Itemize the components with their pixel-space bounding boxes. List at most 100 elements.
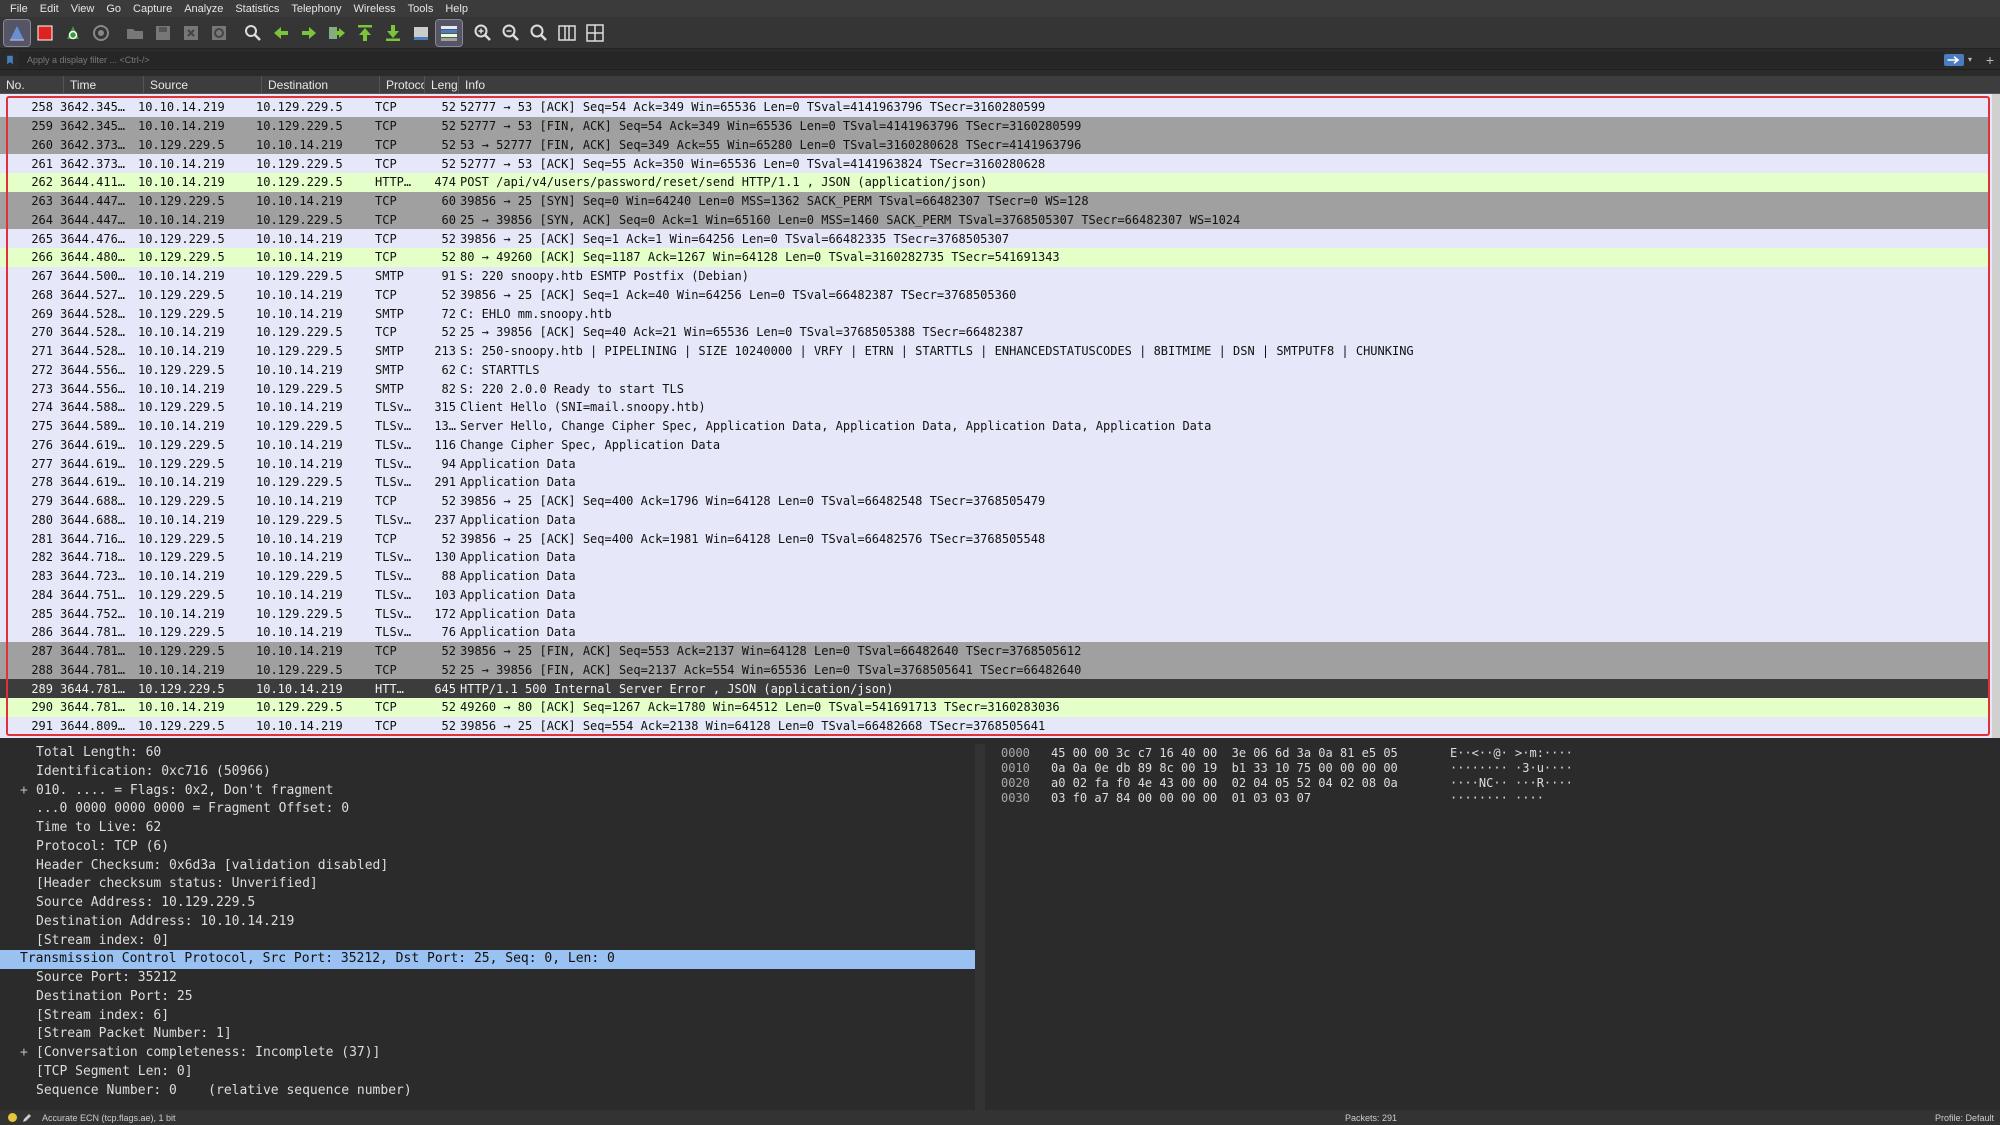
- zoom-in-icon[interactable]: [470, 20, 496, 46]
- save-file-icon[interactable]: [150, 20, 176, 46]
- details-protocol-header[interactable]: − Transmission Control Protocol, Src Port…: [0, 950, 975, 969]
- go-forward-icon[interactable]: [296, 20, 322, 46]
- packet-row[interactable]: 268 3644.527… 10.129.229.5 10.10.14.219 TCP 5…: [0, 285, 1990, 305]
- menu-help[interactable]: Help: [439, 3, 474, 15]
- stop-capture-icon[interactable]: [32, 20, 58, 46]
- column-header-protocol[interactable]: Protoco: [380, 75, 425, 94]
- capture-options-icon[interactable]: [88, 20, 114, 46]
- details-field[interactable]: +010. .... = Flags: 0x2, Don't fragment: [0, 782, 975, 801]
- go-back-icon[interactable]: [268, 20, 294, 46]
- menu-go[interactable]: Go: [100, 3, 127, 15]
- add-filter-button-plus-icon[interactable]: +: [1980, 52, 2000, 68]
- packet-row[interactable]: 277 3644.619… 10.129.229.5 10.10.14.219 TLSv…: [0, 454, 1990, 473]
- packet-row[interactable]: 259 3642.345… 10.10.14.219 10.129.229.5 TCP 5…: [0, 116, 1990, 136]
- packet-row[interactable]: 290 3644.781… 10.10.14.219 10.129.229.5 TCP 5…: [0, 698, 1990, 717]
- column-header-length[interactable]: Leng: [425, 75, 459, 94]
- reload-file-icon[interactable]: [206, 20, 232, 46]
- packet-row[interactable]: 282 3644.718… 10.129.229.5 10.10.14.219 TLSv…: [0, 548, 1990, 567]
- packet-row[interactable]: 283 3644.723… 10.10.14.219 10.129.229.5 TLSv…: [0, 566, 1990, 586]
- packet-row[interactable]: 281 3644.716… 10.129.229.5 10.10.14.219 TCP 5…: [0, 529, 1990, 548]
- packet-row[interactable]: 262 3644.411… 10.10.14.219 10.129.229.5 HTTP…: [0, 173, 1990, 192]
- packet-row[interactable]: 287 3644.781… 10.129.229.5 10.10.14.219 TCP 5…: [0, 641, 1990, 661]
- packet-row[interactable]: 258 3642.345… 10.10.14.219 10.129.229.5 TCP 5…: [0, 98, 1990, 117]
- packet-row[interactable]: 291 3644.809… 10.129.229.5 10.10.14.219 TCP 5…: [0, 716, 1990, 736]
- packet-row[interactable]: 271 3644.528… 10.10.14.219 10.129.229.5 SMTP…: [0, 341, 1990, 361]
- column-header-info[interactable]: Info: [459, 76, 2000, 94]
- menu-capture[interactable]: Capture: [127, 3, 178, 15]
- normal-size-icon[interactable]: [526, 20, 552, 46]
- packet-row[interactable]: 260 3642.373… 10.129.229.5 10.10.14.219 TCP 5…: [0, 135, 1990, 155]
- details-field[interactable]: Header Checksum: 0x6d3a [validation disa…: [0, 857, 975, 876]
- details-field[interactable]: [TCP Segment Len: 0]: [0, 1063, 975, 1082]
- menu-edit[interactable]: Edit: [34, 3, 65, 15]
- go-to-packet-icon[interactable]: [324, 20, 350, 46]
- packet-row[interactable]: 280 3644.688… 10.10.14.219 10.129.229.5 TLSv…: [0, 510, 1990, 530]
- details-field[interactable]: [Stream index: 6]: [0, 1007, 975, 1026]
- resize-columns-icon[interactable]: [554, 20, 580, 46]
- details-field[interactable]: [Header checksum status: Unverified]: [0, 875, 975, 894]
- packet-row[interactable]: 263 3644.447… 10.129.229.5 10.10.14.219 TCP 6…: [0, 191, 1990, 211]
- filter-history-chevron-down-icon[interactable]: ▾: [1968, 55, 1980, 64]
- status-profile[interactable]: Profile: Default: [1935, 1113, 1994, 1123]
- packet-row[interactable]: 273 3644.556… 10.10.14.219 10.129.229.5 SMTP…: [0, 379, 1990, 398]
- details-field[interactable]: Source Port: 35212: [0, 969, 975, 988]
- details-field[interactable]: Sequence Number: 0 (relative sequence nu…: [0, 1082, 975, 1101]
- colorize-icon[interactable]: [435, 18, 463, 47]
- packet-row[interactable]: 286 3644.781… 10.129.229.5 10.10.14.219 TLSv…: [0, 623, 1990, 642]
- packet-row[interactable]: 264 3644.447… 10.10.14.219 10.129.229.5 TCP 6…: [0, 210, 1990, 230]
- expand-plus-icon[interactable]: +: [20, 782, 28, 801]
- menu-statistics[interactable]: Statistics: [229, 3, 285, 15]
- close-file-icon[interactable]: [178, 20, 204, 46]
- packet-row[interactable]: 279 3644.688… 10.129.229.5 10.10.14.219 TCP 5…: [0, 491, 1990, 511]
- details-scrollbar[interactable]: [975, 744, 985, 1110]
- display-filter-input[interactable]: [19, 51, 1944, 68]
- hex-row[interactable]: 0010 0a 0a 0e db 89 8c 00 19 b1 33 10 75 …: [997, 761, 2000, 776]
- details-field[interactable]: Source Address: 10.129.229.5: [0, 894, 975, 913]
- details-field[interactable]: ...0 0000 0000 0000 = Fragment Offset: 0: [0, 800, 975, 819]
- menu-wireless[interactable]: Wireless: [348, 3, 402, 15]
- apply-filter-arrow-icon[interactable]: [1944, 53, 1964, 66]
- restart-capture-icon[interactable]: [60, 20, 86, 46]
- column-header-time[interactable]: Time: [64, 75, 144, 94]
- packet-row[interactable]: 266 3644.480… 10.129.229.5 10.10.14.219 TCP 5…: [0, 248, 1990, 267]
- layout-icon[interactable]: [582, 20, 608, 46]
- packet-row[interactable]: 275 3644.589… 10.10.14.219 10.129.229.5 TLSv…: [0, 416, 1990, 436]
- details-field[interactable]: [Stream index: 0]: [0, 932, 975, 951]
- packet-row[interactable]: 272 3644.556… 10.129.229.5 10.10.14.219 SMTP…: [0, 360, 1990, 380]
- details-field[interactable]: + [Conversation completeness: Incomplete …: [0, 1044, 975, 1063]
- auto-scroll-icon[interactable]: [408, 20, 434, 46]
- column-header-destination[interactable]: Destination: [262, 75, 380, 94]
- find-packet-icon[interactable]: [240, 20, 266, 46]
- menu-analyze[interactable]: Analyze: [178, 3, 229, 15]
- details-field[interactable]: Time to Live: 62: [0, 819, 975, 838]
- capture-comment-pencil-icon[interactable]: [22, 1113, 32, 1123]
- packet-list-scrollbar[interactable]: [1992, 94, 2000, 738]
- packet-row[interactable]: 265 3644.476… 10.129.229.5 10.10.14.219 TCP 5…: [0, 229, 1990, 248]
- zoom-out-icon[interactable]: [498, 20, 524, 46]
- packet-row[interactable]: 261 3642.373… 10.10.14.219 10.129.229.5 TCP 5…: [0, 154, 1990, 173]
- details-field[interactable]: Destination Port: 25: [0, 988, 975, 1007]
- packet-row[interactable]: 285 3644.752… 10.10.14.219 10.129.229.5 TLSv…: [0, 604, 1990, 623]
- column-header-source[interactable]: Source: [144, 75, 262, 94]
- details-field[interactable]: [Stream Packet Number: 1]: [0, 1025, 975, 1044]
- filter-bookmark-icon[interactable]: [5, 53, 19, 67]
- details-field[interactable]: Destination Address: 10.10.14.219: [0, 913, 975, 932]
- packet-row[interactable]: 278 3644.619… 10.10.14.219 10.129.229.5 TLSv…: [0, 473, 1990, 492]
- details-field[interactable]: Total Length: 60: [0, 744, 975, 763]
- menu-view[interactable]: View: [65, 3, 101, 15]
- hex-row[interactable]: 0020 a0 02 fa f0 4e 43 00 00 02 04 05 52 …: [997, 776, 2000, 791]
- open-file-icon[interactable]: [122, 20, 148, 46]
- expert-info-led-icon[interactable]: [8, 1113, 17, 1122]
- menu-telephony[interactable]: Telephony: [285, 3, 347, 15]
- hex-row[interactable]: 0030 03 f0 a7 84 00 00 00 00 01 03 03 07 ·…: [997, 791, 2000, 806]
- details-field[interactable]: Identification: 0xc716 (50966): [0, 763, 975, 782]
- packet-row[interactable]: 267 3644.500… 10.10.14.219 10.129.229.5 SMTP…: [0, 266, 1990, 286]
- menu-file[interactable]: File: [4, 3, 34, 15]
- menu-tools[interactable]: Tools: [402, 3, 440, 15]
- packet-row[interactable]: 274 3644.588… 10.129.229.5 10.10.14.219 TLSv…: [0, 398, 1990, 417]
- hex-row[interactable]: 0000 45 00 00 3c c7 16 40 00 3e 06 6d 3a …: [997, 746, 2000, 761]
- packet-row[interactable]: 288 3644.781… 10.10.14.219 10.129.229.5 TCP 5…: [0, 660, 1990, 680]
- last-packet-icon[interactable]: [380, 20, 406, 46]
- packet-row[interactable]: 289 3644.781… 10.129.229.5 10.10.14.219 HTT……: [0, 679, 1990, 698]
- details-field[interactable]: Protocol: TCP (6): [0, 838, 975, 857]
